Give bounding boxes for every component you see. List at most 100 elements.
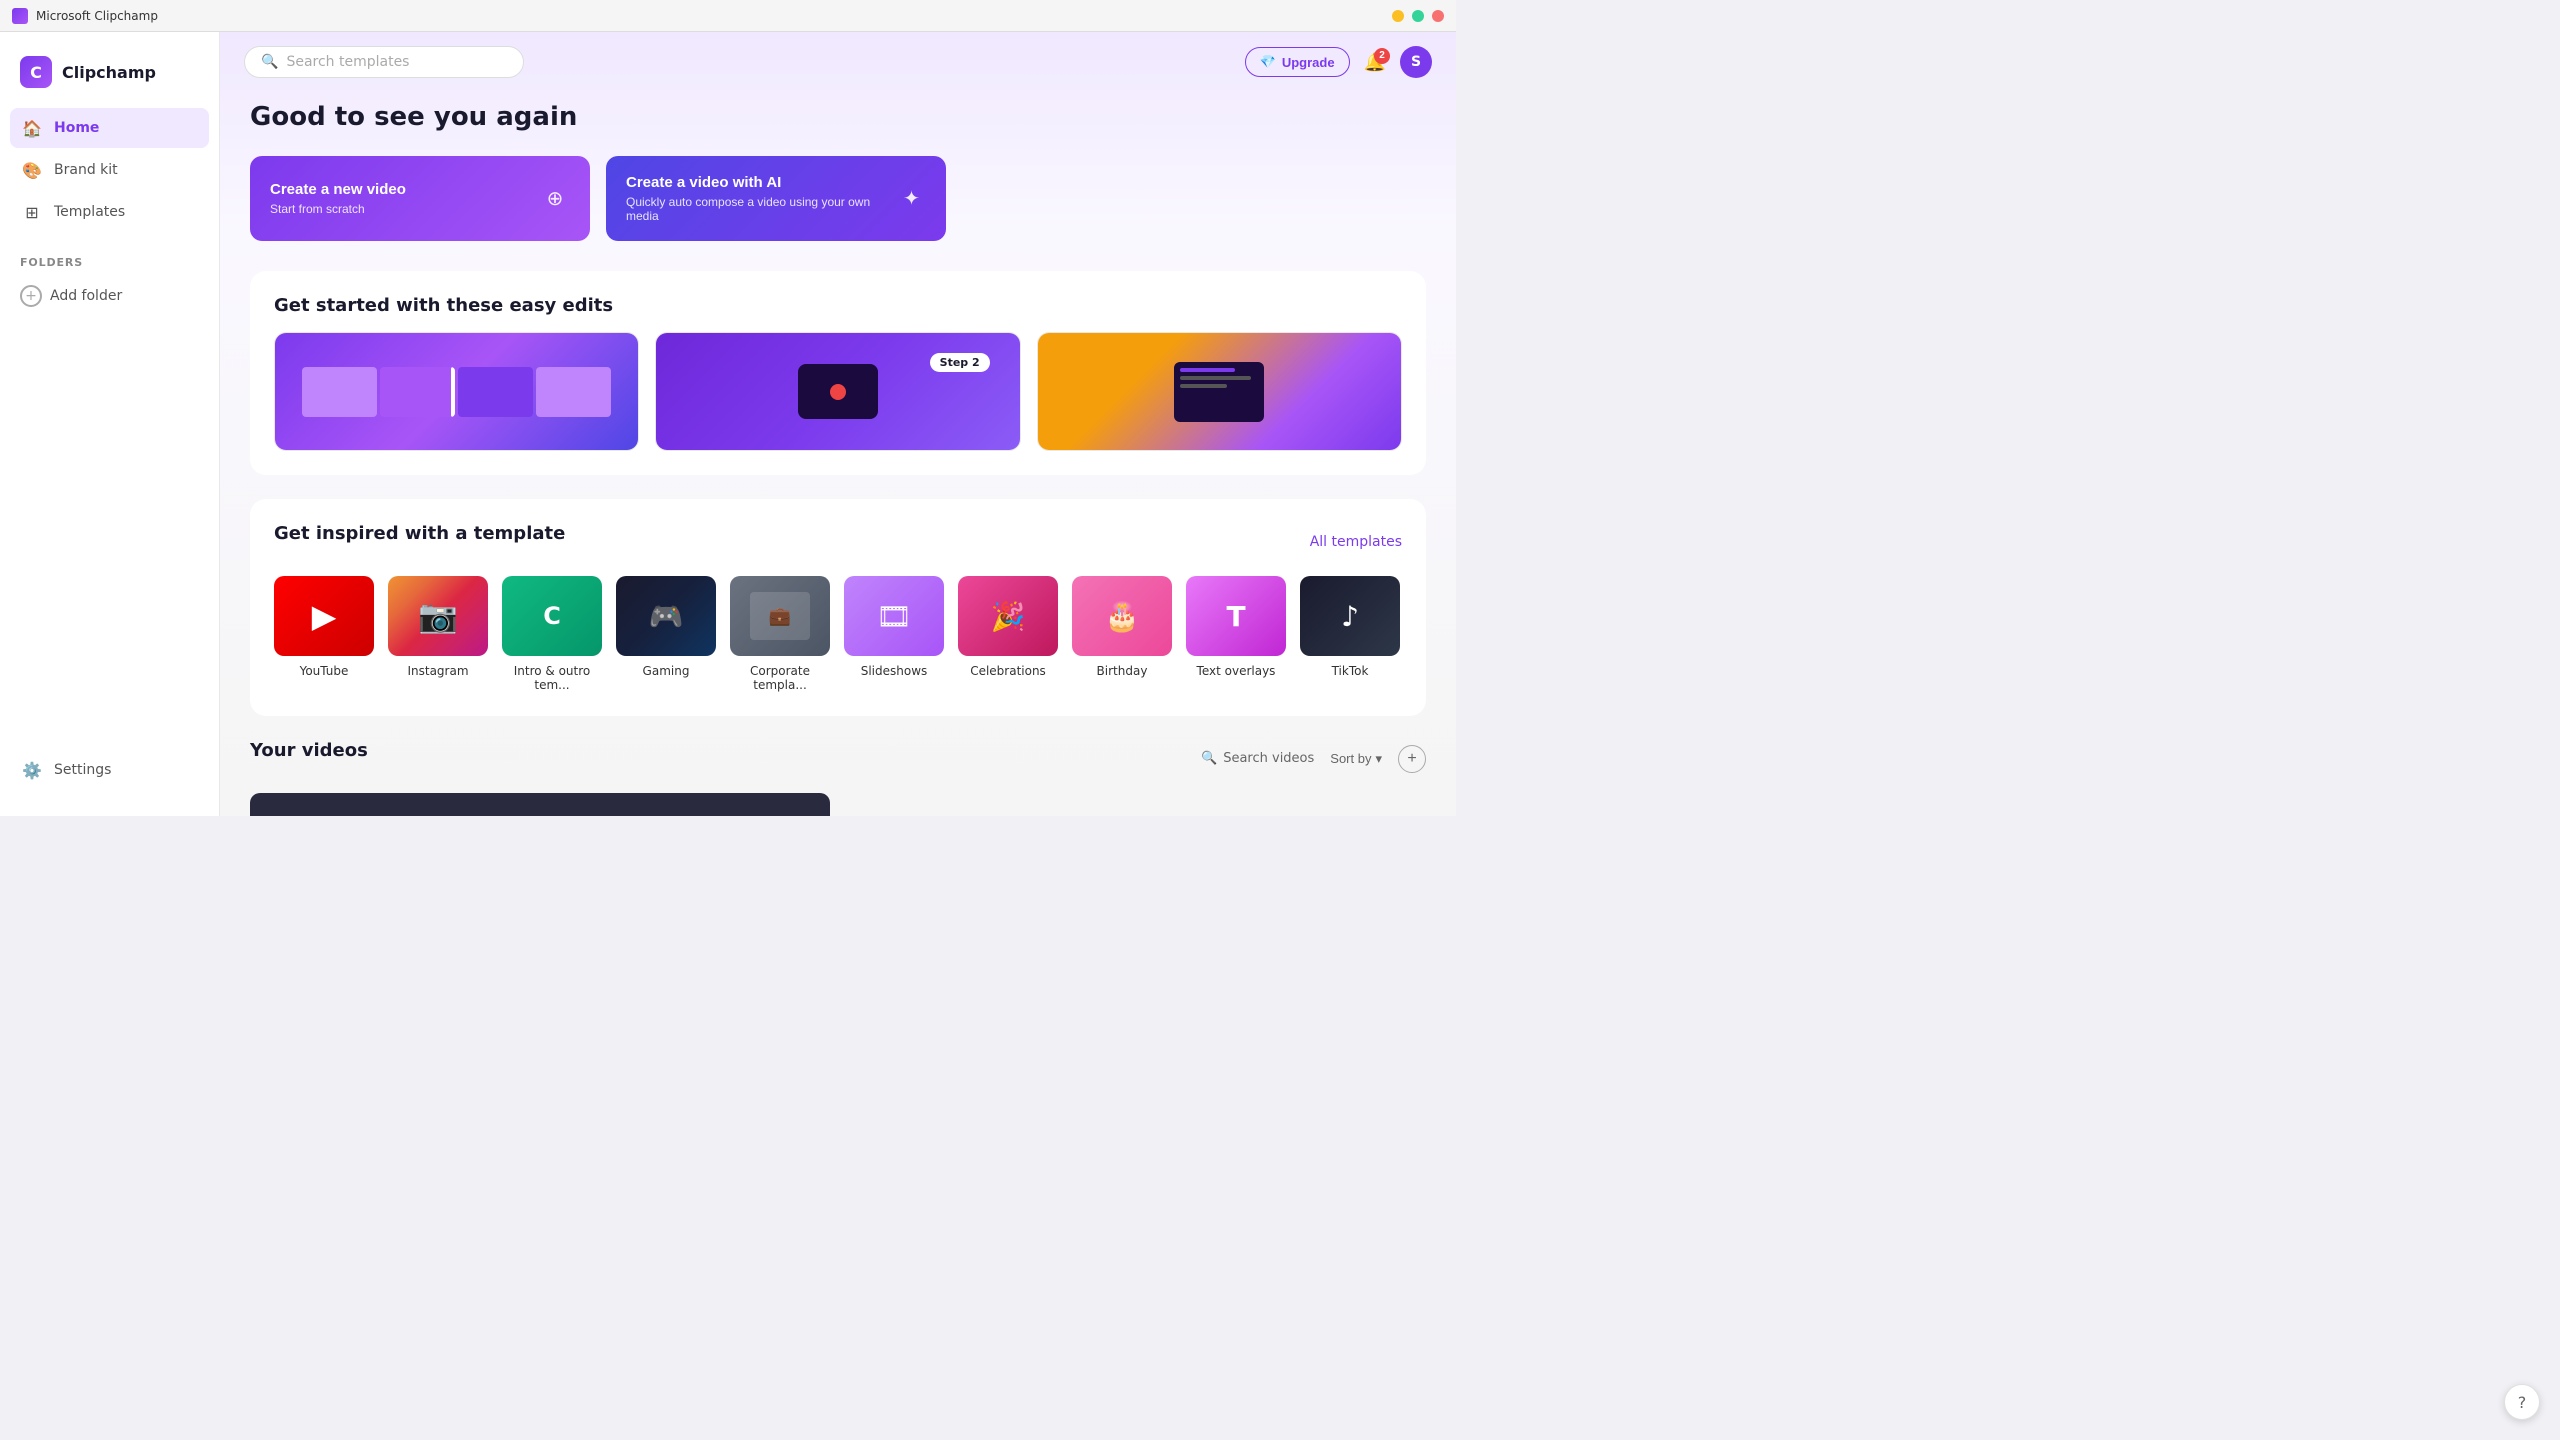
templates-icon: ⊞: [22, 202, 42, 222]
search-placeholder: Search templates: [286, 54, 409, 70]
sort-label: Sort by: [1330, 751, 1371, 766]
template-label-intro-outro: Intro & outro tem...: [502, 664, 602, 692]
notifications-button[interactable]: 🔔 2: [1364, 52, 1386, 73]
step-badge: Step 2: [930, 353, 990, 372]
search-videos-icon: 🔍: [1201, 751, 1217, 766]
sort-button[interactable]: Sort by ▾: [1330, 751, 1382, 767]
add-video-button[interactable]: +: [1398, 745, 1426, 773]
create-new-video-button[interactable]: Create a new video Start from scratch ⊕: [250, 156, 590, 241]
header-right: 💎 Upgrade 🔔 2 S: [1245, 46, 1432, 78]
tts-line-3: [1180, 384, 1227, 388]
template-item-slideshows[interactable]: 🎞 Slideshows: [844, 576, 944, 692]
header: 🔍 Search templates 💎 Upgrade 🔔 2 S: [220, 32, 1456, 92]
title-bar-left: Microsoft Clipchamp: [12, 8, 158, 24]
tts-illustration: [1038, 333, 1401, 450]
trim-video-bottom: Trim video Remove extra footage with a f…: [275, 450, 638, 451]
template-thumb-text-overlays: T: [1186, 576, 1286, 656]
window-controls[interactable]: [1392, 10, 1444, 22]
notif-badge: 2: [1374, 48, 1390, 64]
text-to-speech-bottom: Text to speech Explore lifelike voices i…: [1038, 450, 1401, 451]
create-new-icon: ⊕: [540, 184, 570, 214]
template-thumb-youtube: ▶: [274, 576, 374, 656]
sidebar-nav: 🏠 Home 🎨 Brand kit ⊞ Templates: [0, 108, 219, 232]
add-folder-icon: +: [20, 285, 42, 307]
create-ai-video-button[interactable]: Create a video with AI Quickly auto comp…: [606, 156, 946, 241]
trim-frame-4: [536, 367, 611, 417]
template-label-instagram: Instagram: [407, 664, 468, 678]
text-overlays-icon: T: [1226, 600, 1245, 633]
trim-frame-3: [458, 367, 533, 417]
video-card-1[interactable]: [250, 793, 830, 816]
close-button[interactable]: [1432, 10, 1444, 22]
template-item-corporate[interactable]: 💼 Corporate templa...: [730, 576, 830, 692]
template-item-celebrations[interactable]: 🎉 Celebrations: [958, 576, 1058, 692]
sidebar-item-settings[interactable]: ⚙️ Settings: [10, 750, 209, 790]
search-videos-button[interactable]: 🔍 Search videos: [1201, 751, 1314, 766]
upgrade-button[interactable]: 💎 Upgrade: [1245, 47, 1350, 77]
app-container: C Clipchamp 🏠 Home 🎨 Brand kit ⊞ Templat…: [0, 32, 1456, 816]
template-label-slideshows: Slideshows: [861, 664, 928, 678]
easy-edits-section: Get started with these easy edits: [250, 271, 1426, 475]
template-thumb-slideshows: 🎞: [844, 576, 944, 656]
template-item-text-overlays[interactable]: T Text overlays: [1186, 576, 1286, 692]
tts-line-1: [1180, 368, 1235, 372]
template-thumb-tiktok: ♪: [1300, 576, 1400, 656]
instagram-icon: 📷: [418, 597, 458, 635]
create-ai-icon: ✦: [897, 184, 926, 214]
trim-illustration: [275, 333, 638, 450]
template-item-intro-outro[interactable]: C Intro & outro tem...: [502, 576, 602, 692]
text-to-speech-card: Text to speech Explore lifelike voices i…: [1037, 332, 1402, 451]
corporate-icon: 💼: [769, 606, 791, 627]
template-thumb-instagram: 📷: [388, 576, 488, 656]
upgrade-icon: 💎: [1260, 54, 1276, 70]
brand-kit-icon: 🎨: [22, 160, 42, 180]
gaming-icon: 🎮: [649, 600, 684, 633]
videos-section: Your videos 🔍 Search videos Sort by ▾ +: [250, 740, 1426, 816]
template-item-gaming[interactable]: 🎮 Gaming: [616, 576, 716, 692]
restore-button[interactable]: [1412, 10, 1424, 22]
add-folder-button[interactable]: + Add folder: [20, 279, 199, 313]
avatar[interactable]: S: [1400, 46, 1432, 78]
app-logo-small: [12, 8, 28, 24]
sidebar-item-brand-kit[interactable]: 🎨 Brand kit: [10, 150, 209, 190]
video-card-2[interactable]: ▶: [846, 793, 1426, 816]
template-item-instagram[interactable]: 📷 Instagram: [388, 576, 488, 692]
template-thumb-intro-outro: C: [502, 576, 602, 656]
easy-edits-title: Get started with these easy edits: [274, 295, 1402, 316]
record-illustration: Step 2: [656, 333, 1019, 450]
all-templates-link[interactable]: All templates: [1310, 534, 1402, 550]
folders-section: FOLDERS + Add folder: [0, 256, 219, 313]
template-item-birthday[interactable]: 🎂 Birthday: [1072, 576, 1172, 692]
youtube-icon: ▶: [312, 597, 337, 635]
sidebar-item-home[interactable]: 🏠 Home: [10, 108, 209, 148]
settings-label: Settings: [54, 762, 111, 778]
create-buttons-area: Create a new video Start from scratch ⊕ …: [250, 156, 1426, 241]
video-grid: ▶: [250, 793, 1426, 816]
sidebar-logo: C Clipchamp: [0, 48, 219, 108]
record-screen: [798, 364, 878, 419]
slideshows-icon: 🎞: [876, 600, 912, 633]
sidebar-item-templates[interactable]: ⊞ Templates: [10, 192, 209, 232]
template-label-gaming: Gaming: [643, 664, 690, 678]
settings-icon: ⚙️: [22, 760, 42, 780]
tts-line-2: [1180, 376, 1250, 380]
create-ai-title: Create a video with AI: [626, 174, 897, 191]
create-ai-subtitle: Quickly auto compose a video using your …: [626, 195, 897, 223]
template-label-tiktok: TikTok: [1332, 664, 1369, 678]
celebrations-icon: 🎉: [991, 600, 1026, 633]
search-bar[interactable]: 🔍 Search templates: [244, 46, 524, 78]
template-scroll: ▶ YouTube 📷 Instagram C: [274, 576, 1402, 692]
minimize-button[interactable]: [1392, 10, 1404, 22]
trim-video-image: [275, 333, 638, 450]
sidebar: C Clipchamp 🏠 Home 🎨 Brand kit ⊞ Templat…: [0, 32, 220, 816]
template-item-tiktok[interactable]: ♪ TikTok: [1300, 576, 1400, 692]
template-item-youtube[interactable]: ▶ YouTube: [274, 576, 374, 692]
help-button[interactable]: ?: [2504, 1384, 2540, 1420]
template-label-youtube: YouTube: [300, 664, 349, 678]
videos-header: Your videos 🔍 Search videos Sort by ▾ +: [250, 740, 1426, 777]
your-videos-title: Your videos: [250, 740, 368, 761]
record-yourself-card: Step 2 Record yourself Use your micropho…: [655, 332, 1020, 451]
add-folder-label: Add folder: [50, 288, 122, 304]
trim-frame-1: [302, 367, 377, 417]
trim-strip: [302, 367, 611, 417]
